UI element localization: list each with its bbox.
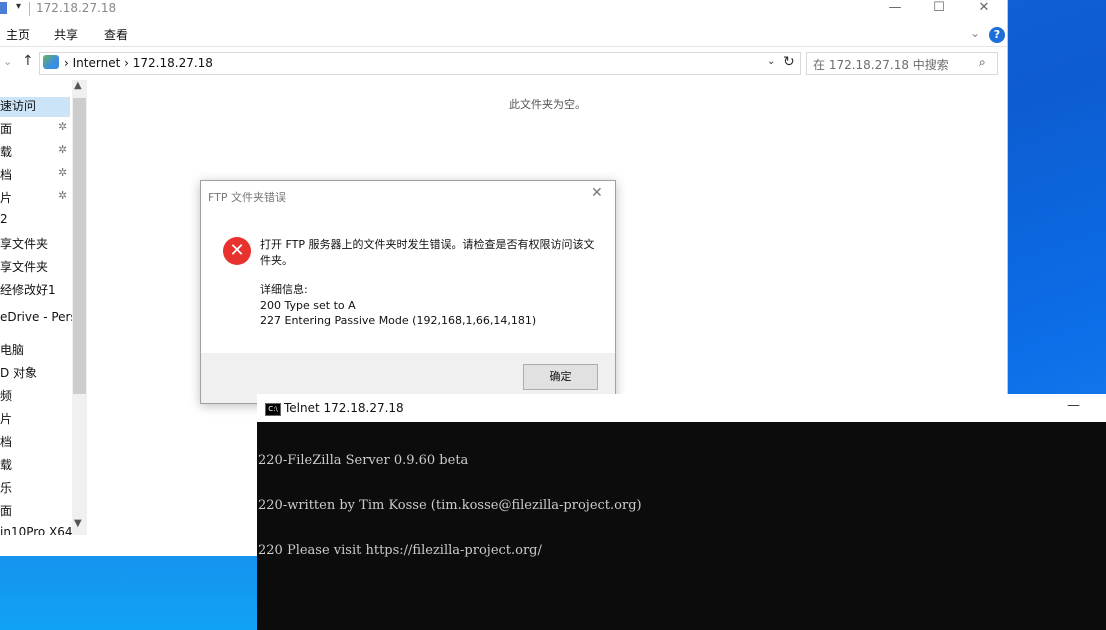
details-line: 227 Entering Passive Mode (192,168,1,66,… xyxy=(260,314,537,327)
ribbon-expand-chevron-icon[interactable]: ⌄ xyxy=(970,26,980,40)
sidebar-item-label: 乐 xyxy=(0,481,13,495)
sidebar-item[interactable]: 档 xyxy=(0,433,70,453)
sidebar-item[interactable]: eDrive - Perso xyxy=(0,310,84,330)
pin-icon[interactable]: ✲ xyxy=(58,143,67,156)
sidebar-item-label: 档 xyxy=(0,168,13,182)
sidebar-item[interactable]: 档 ✲ xyxy=(0,166,70,186)
ribbon-divider xyxy=(0,46,1007,47)
dialog-title: FTP 文件夹错误 xyxy=(208,191,286,204)
sidebar-item-label: 频 xyxy=(0,389,13,403)
scroll-down-icon[interactable]: ▼ xyxy=(74,518,82,529)
telnet-titlebar: C:\ Telnet 172.18.27.18 — xyxy=(257,394,1106,422)
refresh-icon[interactable]: ↻ xyxy=(783,54,795,70)
tab-home[interactable]: 主页 xyxy=(6,26,30,43)
details-heading: 详细信息: xyxy=(260,283,308,296)
sidebar-item-label: 享文件夹 xyxy=(0,260,49,274)
sidebar-item-label: 2 xyxy=(0,212,8,226)
console-line: 220-written by Tim Kosse (tim.kosse@file… xyxy=(258,498,642,513)
quick-access-folder-icon[interactable] xyxy=(0,2,7,14)
sidebar-item[interactable]: 享文件夹 xyxy=(0,235,70,255)
navigation-bar: ⌄ ↑ › Internet › 172.18.27.18 ⌄ ↻ 在 172.… xyxy=(0,52,1007,75)
telnet-title: Telnet 172.18.27.18 xyxy=(284,401,404,415)
recent-locations-chevron-icon[interactable]: ⌄ xyxy=(3,55,12,68)
sidebar-item[interactable]: 面 ✲ xyxy=(0,120,70,140)
sidebar-item[interactable]: in10Pro X64 ( xyxy=(0,525,81,535)
sidebar-item[interactable]: 频 xyxy=(0,387,70,407)
pin-icon[interactable]: ✲ xyxy=(58,189,67,202)
search-input[interactable]: 在 172.18.27.18 中搜索 ⌕ xyxy=(806,52,998,75)
pin-icon[interactable]: ✲ xyxy=(58,166,67,179)
sidebar-item[interactable]: 享文件夹 xyxy=(0,258,70,278)
sidebar-item-label: 速访问 xyxy=(0,99,37,113)
sidebar-item-label: 享文件夹 xyxy=(0,237,49,251)
sidebar-item[interactable]: 面 xyxy=(0,502,70,522)
address-bar[interactable]: › Internet › 172.18.27.18 ⌄ xyxy=(39,52,801,75)
maximize-button[interactable]: ☐ xyxy=(924,0,954,18)
telnet-output: 220-FileZilla Server 0.9.60 beta 220-wri… xyxy=(258,423,642,588)
address-breadcrumb: › Internet › 172.18.27.18 xyxy=(64,56,213,70)
titlebar-separator xyxy=(29,2,30,16)
sidebar-item[interactable]: 经修改好1 xyxy=(0,281,70,301)
scroll-up-icon[interactable]: ▲ xyxy=(74,80,82,91)
help-icon[interactable]: ? xyxy=(989,27,1005,43)
pin-icon[interactable]: ✲ xyxy=(58,120,67,133)
network-location-icon xyxy=(43,55,59,69)
telnet-console-window[interactable]: C:\ Telnet 172.18.27.18 — 220-FileZilla … xyxy=(257,394,1106,630)
navigation-pane-scrollbar[interactable]: ▲ ▼ xyxy=(72,80,87,535)
sidebar-item-label: 经修改好1 xyxy=(0,283,56,297)
window-title: 172.18.27.18 xyxy=(36,1,117,15)
sidebar-item-label: 面 xyxy=(0,122,13,136)
empty-folder-message: 此文件夹为空。 xyxy=(509,98,586,111)
explorer-titlebar: ▾ 172.18.27.18 — ☐ ✕ xyxy=(0,0,1007,18)
console-line: 220 Please visit https://filezilla-proje… xyxy=(258,543,542,558)
tab-share[interactable]: 共享 xyxy=(54,26,78,43)
telnet-minimize-button[interactable]: — xyxy=(1067,398,1080,413)
sidebar-item-label: 电脑 xyxy=(0,343,25,357)
tab-view[interactable]: 查看 xyxy=(104,26,128,43)
sidebar-item[interactable]: 载 xyxy=(0,456,70,476)
sidebar-item[interactable]: 乐 xyxy=(0,479,70,499)
sidebar-item[interactable]: D 对象 xyxy=(0,364,70,384)
close-button[interactable]: ✕ xyxy=(969,0,999,18)
minimize-button[interactable]: — xyxy=(880,0,910,18)
sidebar-item-label: 片 xyxy=(0,191,13,205)
breadcrumb-internet[interactable]: Internet xyxy=(73,56,121,70)
error-message: 打开 FTP 服务器上的文件夹时发生错误。请检查是否有权限访问该文件夹。 xyxy=(260,238,595,267)
sidebar-item-label: D 对象 xyxy=(0,366,38,380)
sidebar-item-label: 片 xyxy=(0,412,13,426)
sidebar-item-label: 面 xyxy=(0,504,13,518)
error-icon: ✕ xyxy=(223,237,251,265)
sidebar-item[interactable]: 2 xyxy=(0,212,70,232)
scrollbar-thumb[interactable] xyxy=(73,98,86,394)
desktop-wallpaper-strip xyxy=(0,556,260,630)
dialog-close-icon[interactable]: ✕ xyxy=(591,185,603,201)
search-placeholder: 在 172.18.27.18 中搜索 xyxy=(813,58,949,72)
up-arrow-icon[interactable]: ↑ xyxy=(22,53,34,69)
console-icon: C:\ xyxy=(265,403,281,416)
breadcrumb-separator: › xyxy=(124,56,129,70)
sidebar-item-label: in10Pro X64 ( xyxy=(0,525,82,535)
quick-access-dropdown-icon[interactable]: ▾ xyxy=(16,1,21,12)
sidebar-item[interactable]: 载 ✲ xyxy=(0,143,70,163)
details-line: 200 Type set to A xyxy=(260,298,356,312)
ok-button[interactable]: 确定 xyxy=(523,364,598,390)
sidebar-item[interactable]: 电脑 xyxy=(0,341,70,361)
ftp-error-dialog: FTP 文件夹错误 ✕ ✕ 打开 FTP 服务器上的文件夹时发生错误。请检查是否… xyxy=(200,180,616,404)
sidebar-item[interactable]: 片 xyxy=(0,410,70,430)
breadcrumb-separator: › xyxy=(64,56,69,70)
sidebar-item[interactable]: 片 ✲ xyxy=(0,189,70,209)
sidebar-item-label: 载 xyxy=(0,145,13,159)
error-details: 详细信息: 200 Type set to A 227 Entering Pas… xyxy=(260,282,536,329)
ribbon-tabs: 主页 共享 查看 ⌄ ? xyxy=(0,22,1007,44)
sidebar-item[interactable]: 速访问 xyxy=(0,97,70,117)
sidebar-item-label: 载 xyxy=(0,458,13,472)
sidebar-item-label: 档 xyxy=(0,435,13,449)
breadcrumb-host[interactable]: 172.18.27.18 xyxy=(133,56,213,70)
search-icon[interactable]: ⌕ xyxy=(979,55,986,70)
console-line: 220-FileZilla Server 0.9.60 beta xyxy=(258,453,469,468)
address-history-chevron-icon[interactable]: ⌄ xyxy=(767,56,775,67)
